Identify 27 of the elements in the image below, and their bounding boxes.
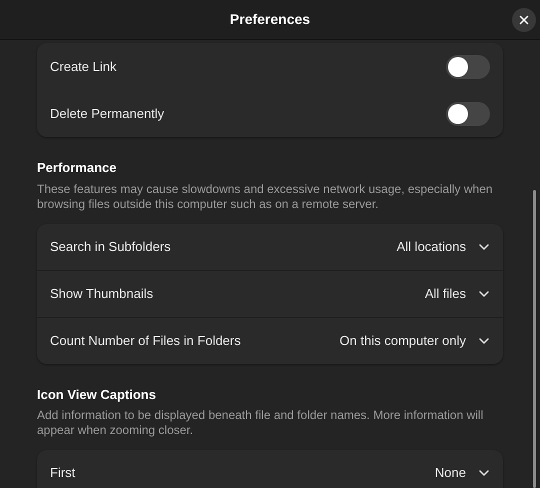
combo-row[interactable]: Show Thumbnails All files	[37, 270, 503, 316]
close-button[interactable]	[512, 8, 536, 32]
setting-label: First	[50, 464, 76, 482]
toggle-switch[interactable]	[446, 102, 490, 126]
section-title: Icon View Captions	[37, 386, 157, 404]
combo-row[interactable]: Count Number of Files in Folders On this computer only	[37, 316, 503, 364]
setting-label: Count Number of Files in Folders	[50, 332, 241, 350]
section-description: These features may cause slowdowns and excessive network usage, especially when browsing files outside this computer such as on a remote server.	[37, 182, 494, 212]
dropdown-value: All locations	[396, 238, 466, 256]
window-title: Preferences	[230, 10, 310, 29]
section-title: Performance	[37, 159, 118, 177]
setting-label: Show Thumbnails	[50, 284, 154, 303]
chevron-down-icon	[478, 336, 490, 344]
chevron-down-icon	[478, 242, 490, 250]
dropdown-value: On this computer only	[340, 332, 466, 350]
dropdown-value: All files	[424, 284, 466, 303]
combo-row[interactable]: First None	[37, 450, 503, 488]
close-icon	[519, 15, 529, 25]
setting-label: Delete Permanently	[50, 104, 164, 123]
setting-label: Search in Subfolders	[50, 238, 171, 256]
dropdown-value: None	[434, 464, 466, 482]
setting-label: Create Link	[50, 58, 116, 76]
combo-row[interactable]: Search in Subfolders All locations	[37, 224, 503, 270]
section-description: Add information to be displayed beneath file and folder names. More information will appear when zooming closer.	[37, 408, 484, 438]
toggle-switch[interactable]	[446, 54, 490, 78]
chevron-down-icon	[478, 469, 490, 477]
chevron-down-icon	[478, 290, 490, 298]
